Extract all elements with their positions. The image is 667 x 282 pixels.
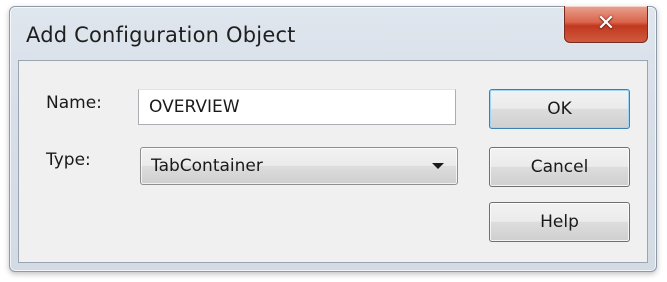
window-title: Add Configuration Object [26, 23, 296, 47]
name-label: Name: [46, 93, 102, 113]
screen: Add Configuration Object ✕ Name: Type: T… [0, 0, 667, 282]
type-label: Type: [46, 150, 91, 170]
help-button[interactable]: Help [489, 202, 630, 242]
dialog-window: Add Configuration Object ✕ Name: Type: T… [9, 6, 657, 272]
close-x-icon: ✕ [596, 11, 616, 36]
dialog-body: Name: Type: TabContainer OK Cancel Help [18, 60, 648, 263]
ok-button[interactable]: OK [489, 89, 630, 129]
name-input[interactable] [138, 89, 456, 125]
type-dropdown[interactable]: TabContainer [140, 147, 458, 185]
title-bar[interactable]: Add Configuration Object ✕ [10, 6, 656, 59]
close-button[interactable]: ✕ [564, 6, 648, 43]
type-selected-value: TabContainer [151, 156, 263, 176]
cancel-button[interactable]: Cancel [489, 147, 630, 187]
chevron-down-icon[interactable] [432, 163, 444, 169]
